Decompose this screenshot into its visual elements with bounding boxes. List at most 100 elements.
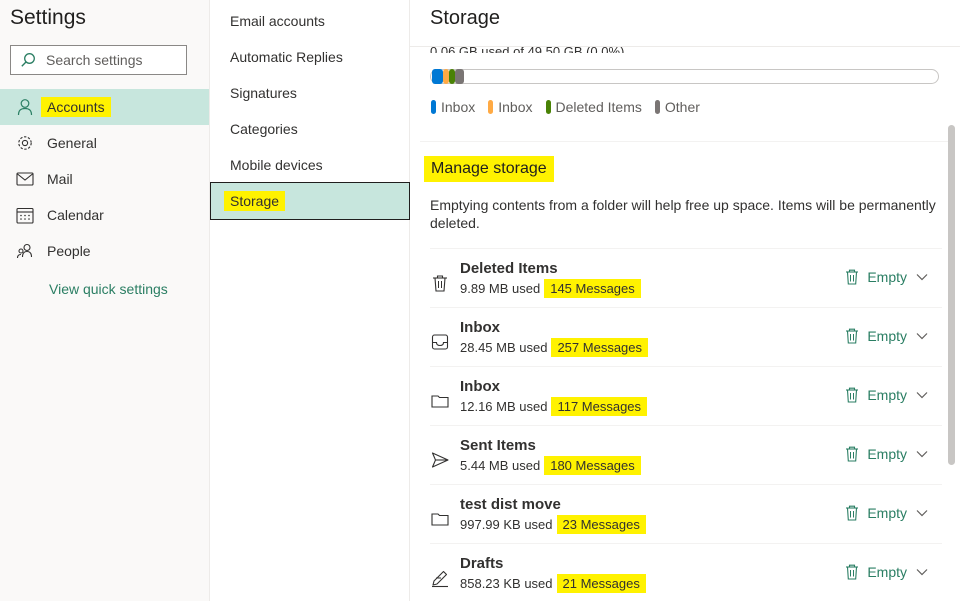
legend-swatch — [431, 100, 436, 114]
trash-icon — [846, 269, 859, 285]
folder-row-sent-items: Sent Items 5.44 MB used 180 Messages Empt… — [430, 425, 942, 484]
legend-swatch — [654, 100, 660, 114]
subnav-label: Mobile devices — [230, 157, 323, 173]
subnav-item-mobile-devices[interactable]: Mobile devices — [210, 147, 409, 183]
people-icon — [14, 243, 36, 259]
empty-label: Empty — [867, 387, 907, 403]
subnav-item-automatic-replies[interactable]: Automatic Replies — [210, 39, 409, 75]
subnav-item-email-accounts[interactable]: Email accounts — [210, 3, 409, 39]
settings-nav-panel: Settings Accounts General Mail Calendar — [0, 0, 210, 601]
manage-storage-heading: Manage storage — [424, 156, 554, 182]
mail-icon — [14, 172, 36, 186]
nav-item-calendar[interactable]: Calendar — [0, 197, 209, 233]
subnav-label: Automatic Replies — [230, 49, 343, 65]
nav-label-people: People — [47, 243, 91, 259]
subnav-label-storage: Storage — [224, 191, 286, 211]
folder-used: 997.99 KB used 23 Messages — [460, 515, 646, 534]
subnav-label: Email accounts — [230, 13, 325, 29]
storage-content-panel: Storage 0.06 GB used of 49.50 GB (0.0%) … — [410, 0, 960, 601]
folder-message-count: 21 Messages — [556, 574, 646, 593]
folder-name: test dist move — [460, 496, 561, 513]
page-title: Storage — [430, 7, 501, 29]
empty-button[interactable]: Empty — [845, 446, 936, 462]
folder-name: Drafts — [460, 555, 504, 572]
nav-item-general[interactable]: General — [0, 125, 209, 161]
chevron-down-icon[interactable] — [916, 273, 928, 281]
legend-label: Other — [664, 99, 700, 115]
folder-used-size: 28.45 MB used — [460, 340, 548, 355]
folder-used: 5.44 MB used 180 Messages — [460, 456, 641, 475]
subnav-item-categories[interactable]: Categories — [210, 111, 409, 147]
empty-label: Empty — [867, 328, 907, 344]
legend-label: Inbox — [441, 99, 476, 115]
view-quick-settings-link[interactable]: View quick settings — [49, 281, 168, 297]
chevron-down-icon[interactable] — [916, 332, 928, 340]
empty-label: Empty — [867, 564, 907, 580]
nav-item-mail[interactable]: Mail — [0, 161, 209, 197]
legend-swatch — [545, 100, 551, 114]
empty-button[interactable]: Empty — [845, 564, 936, 580]
usage-segment-inbox — [432, 69, 443, 84]
folder-used-size: 5.44 MB used — [460, 458, 541, 473]
scrollbar-thumb[interactable] — [948, 125, 955, 465]
search-box[interactable] — [10, 45, 187, 75]
folder-row-inbox-2: Inbox 12.16 MB used 117 Messages Empty — [430, 366, 942, 425]
folder-used-size: 858.23 KB used — [460, 576, 553, 591]
send-icon — [431, 452, 449, 468]
legend-item: Deleted Items — [545, 99, 642, 115]
folder-message-count: 180 Messages — [544, 456, 641, 475]
folder-name: Deleted Items — [460, 260, 558, 277]
folder-icon — [431, 395, 449, 408]
subnav-item-signatures[interactable]: Signatures — [210, 75, 409, 111]
trash-icon — [846, 387, 859, 403]
legend-label: Inbox — [498, 99, 533, 115]
folder-used: 12.16 MB used 117 Messages — [460, 397, 648, 416]
folder-row-test-dist-move: test dist move 997.99 KB used 23 Messages… — [430, 484, 942, 543]
subnav-item-storage[interactable]: Storage — [210, 182, 410, 220]
folder-icon — [431, 513, 449, 526]
search-input[interactable] — [44, 51, 178, 69]
storage-usage-bar — [430, 69, 939, 84]
storage-legend: Inbox Inbox Deleted Items Other — [431, 99, 713, 115]
folder-used: 28.45 MB used 257 Messages — [460, 338, 649, 357]
chevron-down-icon[interactable] — [916, 450, 928, 458]
folder-message-count: 257 Messages — [551, 338, 649, 357]
search-icon — [21, 53, 35, 67]
legend-item: Inbox — [488, 99, 533, 115]
settings-title: Settings — [10, 6, 86, 29]
trash-icon — [846, 446, 859, 462]
legend-item: Other — [654, 99, 700, 115]
folder-name: Inbox — [460, 378, 500, 395]
chevron-down-icon[interactable] — [916, 568, 928, 576]
folder-row-deleted-items: Deleted Items 9.89 MB used 145 Messages E… — [430, 248, 942, 307]
folder-message-count: 23 Messages — [556, 515, 646, 534]
manage-storage-description: Emptying contents from a folder will hel… — [430, 197, 936, 231]
chevron-down-icon[interactable] — [916, 391, 928, 399]
inbox-icon — [431, 334, 449, 350]
nav-item-accounts[interactable]: Accounts — [0, 89, 209, 125]
accounts-subnav-panel: Email accounts Automatic Replies Signatu… — [210, 0, 410, 601]
section-divider — [420, 141, 950, 142]
folder-used-size: 9.89 MB used — [460, 281, 541, 296]
folder-row-drafts: Drafts 858.23 KB used 21 Messages Empty — [430, 543, 942, 602]
legend-label: Deleted Items — [555, 99, 642, 115]
drafts-icon — [432, 570, 448, 588]
empty-button[interactable]: Empty — [845, 387, 936, 403]
trash-icon — [846, 564, 859, 580]
trash-icon — [433, 275, 447, 292]
empty-button[interactable]: Empty — [845, 269, 936, 285]
empty-button[interactable]: Empty — [845, 328, 936, 344]
folder-used-size: 12.16 MB used — [460, 399, 548, 414]
nav-label-calendar: Calendar — [47, 207, 104, 223]
chevron-down-icon[interactable] — [916, 509, 928, 517]
subnav-label: Signatures — [230, 85, 297, 101]
folder-used: 9.89 MB used 145 Messages — [460, 279, 641, 298]
trash-icon — [846, 328, 859, 344]
empty-label: Empty — [867, 269, 907, 285]
empty-button[interactable]: Empty — [845, 505, 936, 521]
nav-label-accounts: Accounts — [41, 97, 111, 117]
empty-label: Empty — [867, 446, 907, 462]
title-divider — [410, 46, 960, 47]
nav-item-people[interactable]: People — [0, 233, 209, 269]
nav-label-mail: Mail — [47, 171, 73, 187]
